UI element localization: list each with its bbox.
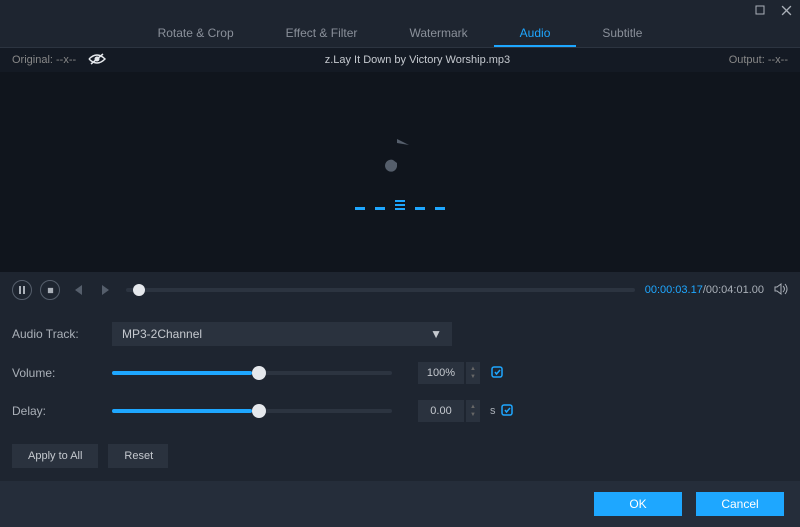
apply-to-all-button[interactable]: Apply to All xyxy=(12,444,98,468)
tab-watermark[interactable]: Watermark xyxy=(383,20,493,47)
time-total: /00:04:01.00 xyxy=(703,284,764,296)
filename-label: z.Lay It Down by Victory Worship.mp3 xyxy=(106,54,729,66)
ok-button[interactable]: OK xyxy=(594,492,682,516)
timecode: 00:00:03.17/00:04:01.00 xyxy=(645,284,764,296)
original-size-label: Original: --x-- xyxy=(12,54,76,66)
volume-icon[interactable] xyxy=(774,283,788,298)
prev-button[interactable] xyxy=(68,280,88,300)
maximize-button[interactable] xyxy=(754,4,766,16)
chevron-down-icon: ▼ xyxy=(430,327,442,341)
music-note-icon xyxy=(385,135,415,178)
tab-effect-filter[interactable]: Effect & Filter xyxy=(260,20,384,47)
delay-value[interactable]: 0.00 xyxy=(418,400,464,422)
delay-label: Delay: xyxy=(12,404,112,418)
delay-reset-icon[interactable] xyxy=(500,403,514,420)
stop-button[interactable] xyxy=(40,280,60,300)
delay-slider[interactable] xyxy=(112,409,392,413)
player-bar: 00:00:03.17/00:04:01.00 xyxy=(0,272,800,308)
tab-bar: Rotate & Crop Effect & Filter Watermark … xyxy=(0,20,800,48)
tab-audio[interactable]: Audio xyxy=(494,20,577,47)
tab-subtitle[interactable]: Subtitle xyxy=(576,20,668,47)
audio-track-value: MP3-2Channel xyxy=(122,327,202,341)
next-button[interactable] xyxy=(96,280,116,300)
info-bar: Original: --x-- z.Lay It Down by Victory… xyxy=(0,48,800,72)
preview-area xyxy=(0,72,800,272)
volume-label: Volume: xyxy=(12,366,112,380)
preview-toggle-icon[interactable] xyxy=(88,53,106,68)
cancel-button[interactable]: Cancel xyxy=(696,492,784,516)
delay-spinner[interactable]: ▲▼ xyxy=(466,400,480,422)
volume-reset-icon[interactable] xyxy=(490,365,504,382)
time-current: 00:00:03.17 xyxy=(645,284,703,296)
close-button[interactable] xyxy=(780,4,792,16)
audio-track-dropdown[interactable]: MP3-2Channel ▼ xyxy=(112,322,452,346)
reset-button[interactable]: Reset xyxy=(108,444,168,468)
equalizer-icon xyxy=(355,196,445,210)
volume-value[interactable]: 100% xyxy=(418,362,464,384)
footer: OK Cancel xyxy=(0,481,800,527)
progress-slider[interactable] xyxy=(126,288,635,292)
pause-button[interactable] xyxy=(12,280,32,300)
output-size-label: Output: --x-- xyxy=(729,54,788,66)
audio-track-label: Audio Track: xyxy=(12,327,112,341)
delay-unit: s xyxy=(490,405,496,417)
volume-spinner[interactable]: ▲▼ xyxy=(466,362,480,384)
volume-slider[interactable] xyxy=(112,371,392,375)
tab-rotate-crop[interactable]: Rotate & Crop xyxy=(132,20,260,47)
